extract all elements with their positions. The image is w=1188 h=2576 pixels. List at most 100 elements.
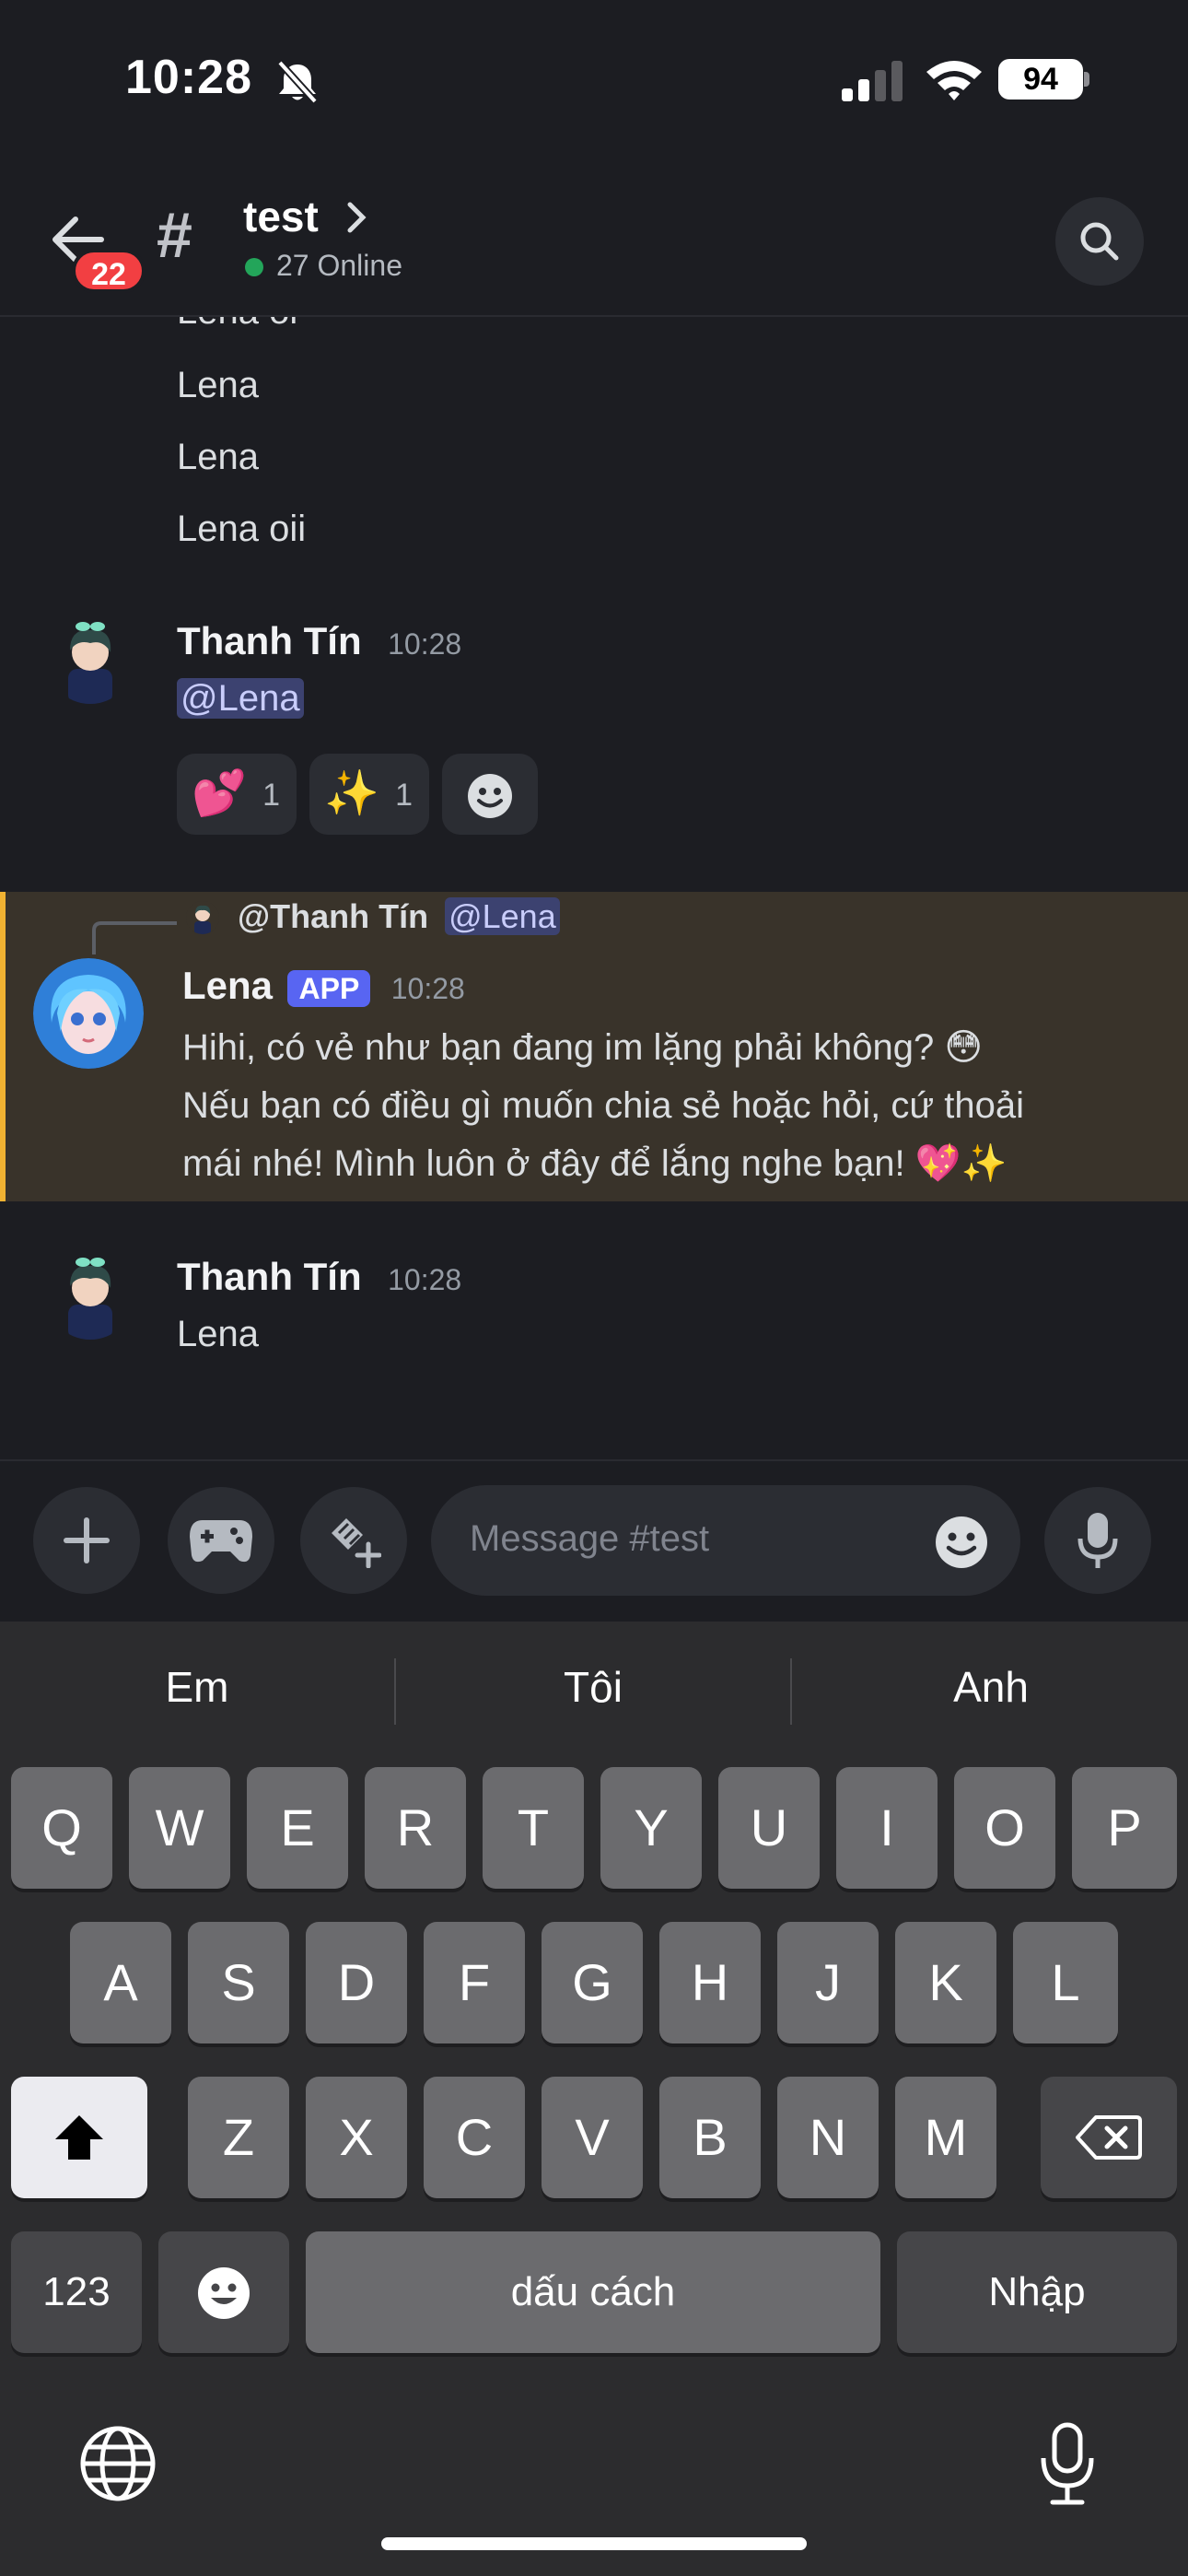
key-e[interactable]: E bbox=[247, 1767, 348, 1889]
backspace-icon bbox=[1076, 2115, 1142, 2160]
message-header: Lena APP 10:28 bbox=[182, 964, 465, 1008]
user-mention[interactable]: @Lena bbox=[177, 678, 304, 719]
backspace-key[interactable] bbox=[1041, 2077, 1177, 2198]
reaction-count: 1 bbox=[262, 778, 280, 813]
apps-button[interactable] bbox=[300, 1487, 407, 1594]
key-b[interactable]: B bbox=[659, 2077, 761, 2198]
message-input[interactable]: Message #test bbox=[431, 1485, 1020, 1596]
author-name[interactable]: Thanh Tín bbox=[177, 619, 362, 662]
message-text: Lena bbox=[177, 437, 259, 477]
avatar[interactable] bbox=[46, 615, 134, 704]
message-placeholder: Message #test bbox=[470, 1518, 710, 1559]
timestamp: 10:28 bbox=[388, 627, 462, 661]
key-o[interactable]: O bbox=[954, 1767, 1055, 1889]
suggestion-divider bbox=[790, 1658, 792, 1725]
bot-avatar[interactable] bbox=[33, 958, 144, 1069]
cellular-signal-icon bbox=[842, 61, 903, 101]
space-key[interactable]: dấu cách bbox=[306, 2231, 880, 2353]
gamepad-icon bbox=[190, 1520, 252, 1563]
author-name[interactable]: Lena bbox=[182, 964, 273, 1007]
key-f[interactable]: F bbox=[424, 1922, 525, 2043]
shift-key[interactable] bbox=[11, 2077, 147, 2198]
attach-button[interactable] bbox=[33, 1487, 140, 1594]
status-bar: 10:28 94 bbox=[0, 0, 1188, 166]
author-name[interactable]: Thanh Tín bbox=[177, 1255, 362, 1298]
message-text: mái nhé! Mình luôn ở đây để lắng nghe bạ… bbox=[182, 1143, 1007, 1184]
app-tag: APP bbox=[287, 970, 371, 1007]
key-y[interactable]: Y bbox=[600, 1767, 702, 1889]
key-i[interactable]: I bbox=[836, 1767, 938, 1889]
key-g[interactable]: G bbox=[542, 1922, 643, 2043]
key-p[interactable]: P bbox=[1072, 1767, 1177, 1889]
reaction-chip[interactable]: ✨ 1 bbox=[309, 754, 429, 835]
message-text: Nếu bạn có điều gì muốn chia sẻ hoặc hỏi… bbox=[182, 1085, 1025, 1126]
reply-reference[interactable]: @Thanh Tín @Lena bbox=[238, 897, 560, 936]
key-s[interactable]: S bbox=[188, 1922, 289, 2043]
message-text: @Lena bbox=[177, 678, 304, 720]
return-key[interactable]: Nhập bbox=[897, 2231, 1177, 2353]
emoji-smile-icon bbox=[468, 774, 512, 818]
search-button[interactable] bbox=[1055, 197, 1144, 286]
suggestion-item[interactable]: Tôi bbox=[418, 1662, 768, 1712]
numbers-key[interactable]: 123 bbox=[11, 2231, 142, 2353]
message-list[interactable]: Lena oi Lena Lena Lena oii Thanh Tín 10:… bbox=[0, 317, 1188, 1459]
status-time: 10:28 bbox=[125, 51, 252, 104]
key-u[interactable]: U bbox=[718, 1767, 820, 1889]
key-q[interactable]: Q bbox=[11, 1767, 112, 1889]
key-z[interactable]: Z bbox=[188, 2077, 289, 2198]
message-text: Lena oi bbox=[177, 317, 297, 333]
key-w[interactable]: W bbox=[129, 1767, 230, 1889]
reply-ref-author: @Thanh Tín bbox=[238, 897, 429, 935]
message-text: Lena bbox=[177, 365, 259, 405]
unread-badge: 22 bbox=[72, 249, 146, 293]
message-text: Lena oii bbox=[177, 509, 307, 549]
key-r[interactable]: R bbox=[365, 1767, 466, 1889]
key-l[interactable]: L bbox=[1013, 1922, 1118, 2043]
key-c[interactable]: C bbox=[424, 2077, 525, 2198]
timestamp: 10:28 bbox=[388, 1263, 462, 1296]
key-j[interactable]: J bbox=[777, 1922, 879, 2043]
message-text: Lena bbox=[177, 1314, 259, 1354]
voice-message-button[interactable] bbox=[1044, 1487, 1151, 1594]
microphone-icon bbox=[1077, 1513, 1118, 1568]
key-m[interactable]: M bbox=[895, 2077, 996, 2198]
reply-avatar bbox=[186, 901, 219, 934]
reply-ref-mention: @Lena bbox=[445, 897, 560, 935]
search-icon bbox=[1080, 222, 1119, 261]
avatar[interactable] bbox=[46, 1251, 134, 1340]
chevron-right-icon[interactable] bbox=[346, 201, 368, 234]
emoji-key[interactable] bbox=[158, 2231, 289, 2353]
globe-icon[interactable] bbox=[79, 2425, 157, 2502]
battery-tip bbox=[1084, 72, 1089, 87]
key-t[interactable]: T bbox=[483, 1767, 584, 1889]
battery-level: 94 bbox=[998, 59, 1083, 100]
activities-button[interactable] bbox=[168, 1487, 274, 1594]
key-n[interactable]: N bbox=[777, 2077, 879, 2198]
channel-name[interactable]: test bbox=[243, 192, 319, 241]
dictation-mic-icon[interactable] bbox=[1039, 2421, 1096, 2506]
key-x[interactable]: X bbox=[306, 2077, 407, 2198]
message-text: Hihi, có vẻ như bạn đang im lặng phải kh… bbox=[182, 1027, 984, 1068]
plus-icon bbox=[64, 1517, 110, 1563]
suggestion-divider bbox=[394, 1658, 396, 1725]
emoji-icon bbox=[198, 2267, 250, 2319]
add-reaction-button[interactable] bbox=[442, 754, 538, 835]
reaction-chip[interactable]: 💕 1 bbox=[177, 754, 297, 835]
reaction-count: 1 bbox=[395, 778, 413, 813]
reaction-emoji: 💕 bbox=[192, 769, 247, 818]
channel-header: 22 # test 27 Online bbox=[0, 166, 1188, 317]
key-a[interactable]: A bbox=[70, 1922, 171, 2043]
key-h[interactable]: H bbox=[659, 1922, 761, 2043]
channel-hash-icon: # bbox=[157, 199, 192, 271]
reply-connector bbox=[92, 921, 177, 954]
message-header: Thanh Tín 10:28 bbox=[177, 1255, 461, 1299]
suggestion-item[interactable]: Anh bbox=[816, 1662, 1166, 1712]
key-v[interactable]: V bbox=[542, 2077, 643, 2198]
key-d[interactable]: D bbox=[306, 1922, 407, 2043]
home-indicator[interactable] bbox=[381, 2537, 807, 2550]
message-composer: Message #test bbox=[0, 1459, 1188, 1623]
key-k[interactable]: K bbox=[895, 1922, 996, 2043]
suggestion-item[interactable]: Em bbox=[22, 1662, 372, 1712]
emoji-picker-icon[interactable] bbox=[934, 1515, 989, 1570]
highlighted-message[interactable]: @Thanh Tín @Lena Lena APP 10:28 Hihi, có… bbox=[0, 892, 1188, 1201]
